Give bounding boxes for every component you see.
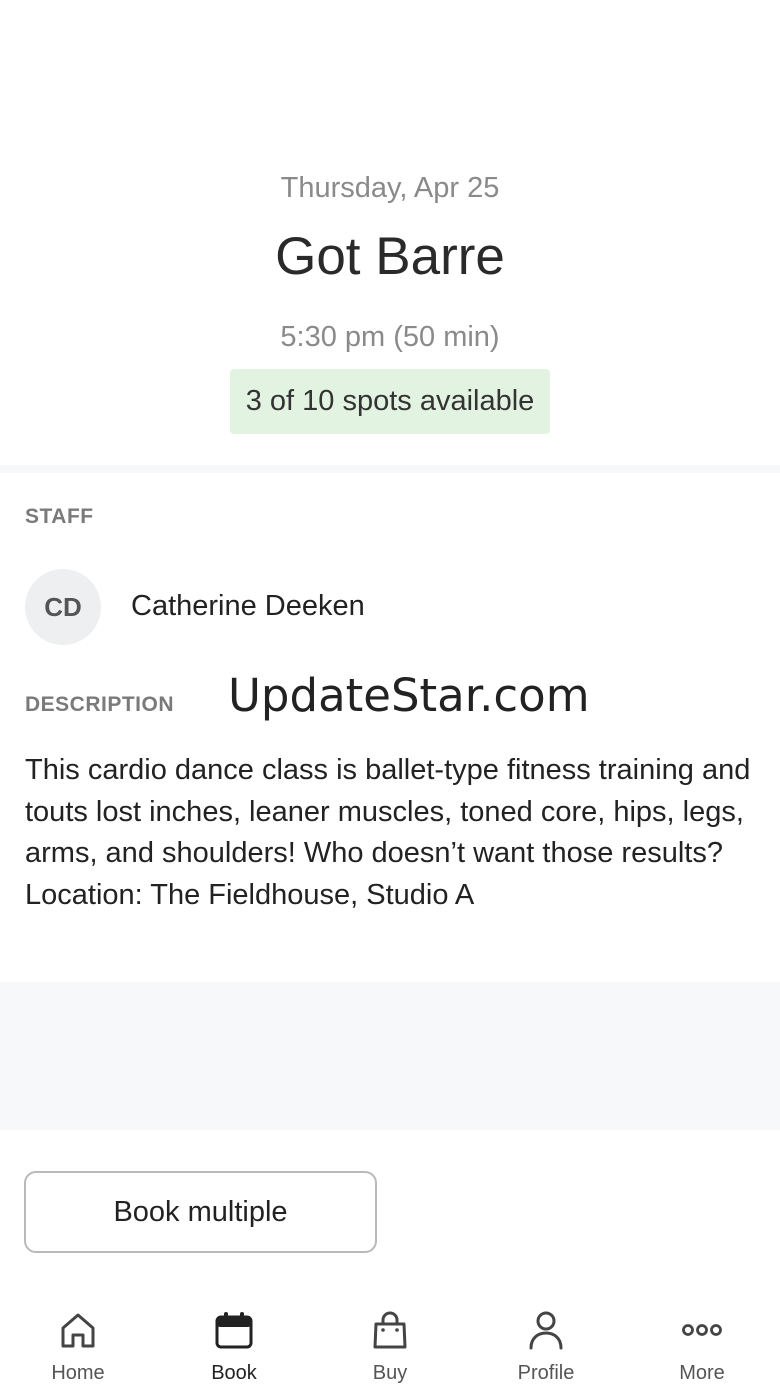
tab-more-label: More (679, 1362, 725, 1384)
tab-home[interactable]: Home (0, 1295, 156, 1387)
class-time: 5:30 pm (50 min) (280, 321, 500, 353)
tab-profile[interactable]: Profile (468, 1295, 624, 1387)
description-section-label: DESCRIPTION (25, 693, 175, 716)
tab-book[interactable]: Book (156, 1295, 312, 1387)
tab-profile-label: Profile (517, 1362, 575, 1384)
watermark-text: UpdateStar.com (228, 669, 590, 722)
person-icon (529, 1311, 563, 1350)
class-title: Got Barre (275, 227, 505, 286)
tab-buy[interactable]: Buy (312, 1295, 468, 1387)
tab-more[interactable]: More (624, 1295, 780, 1387)
section-divider (0, 465, 780, 473)
home-icon (61, 1313, 95, 1348)
shopping-bag-icon (373, 1311, 407, 1349)
staff-section-label: STAFF (25, 505, 94, 528)
tab-home-label: Home (51, 1362, 105, 1384)
spots-available-badge: 3 of 10 spots available (230, 369, 550, 434)
more-dots-icon (682, 1324, 722, 1336)
class-header: Thursday, Apr 25 Got Barre 5:30 pm (50 m… (0, 0, 780, 465)
bottom-tab-bar: Home Book Buy Profile More (0, 1295, 780, 1387)
tab-buy-label: Buy (372, 1362, 408, 1384)
staff-name[interactable]: Catherine Deeken (131, 590, 365, 623)
tab-book-label: Book (211, 1362, 257, 1384)
calendar-icon (215, 1312, 253, 1349)
book-multiple-button[interactable]: Book multiple (24, 1171, 377, 1253)
class-description: This cardio dance class is ballet-type f… (25, 754, 751, 911)
content-gap (0, 982, 780, 1130)
staff-avatar[interactable]: CD (25, 569, 101, 645)
class-date: Thursday, Apr 25 (280, 172, 500, 204)
